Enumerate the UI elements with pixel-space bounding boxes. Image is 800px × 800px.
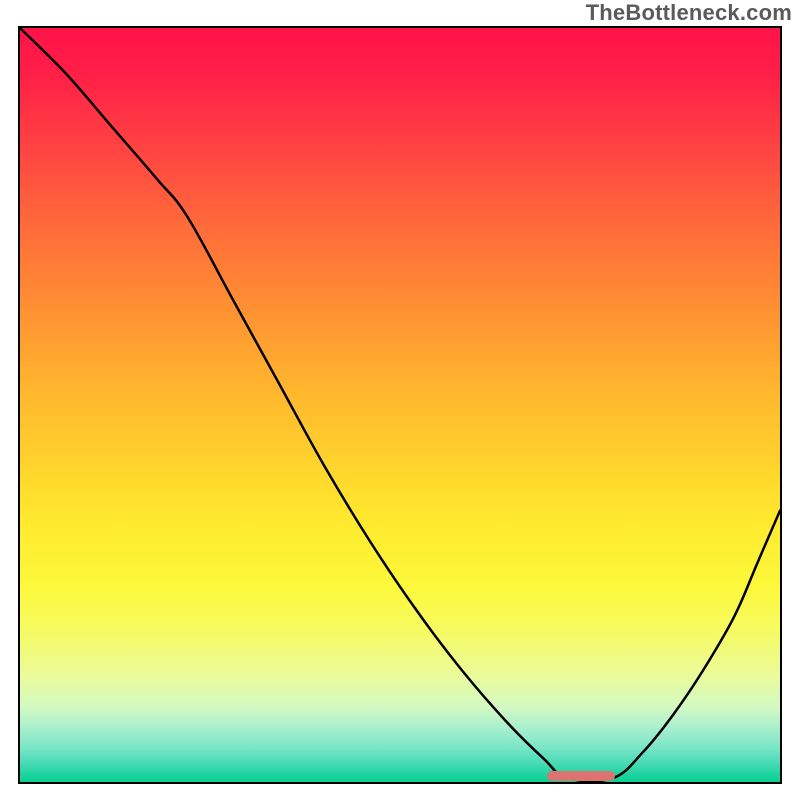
chart-frame: TheBottleneck.com [0,0,800,800]
watermark-text: TheBottleneck.com [586,0,792,26]
optimal-range-marker [547,771,615,781]
bottleneck-curve [20,28,780,782]
plot-area [18,26,782,784]
curve-path [20,28,780,781]
